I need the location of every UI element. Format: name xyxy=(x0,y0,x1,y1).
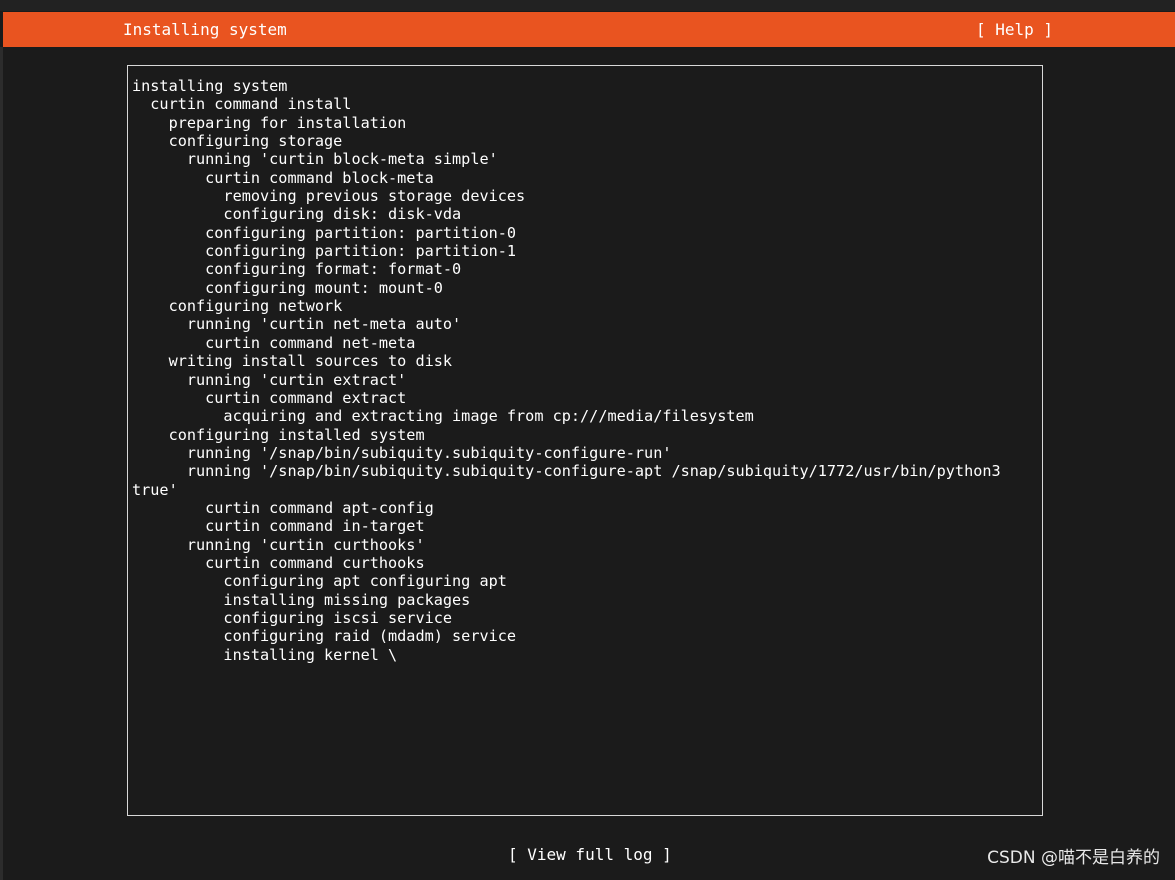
log-line: running '/snap/bin/subiquity.subiquity-c… xyxy=(132,443,672,462)
log-line: curtin command extract xyxy=(132,388,407,407)
help-button[interactable]: [ Help ] xyxy=(976,21,1053,39)
install-log-list: installing system curtin command install… xyxy=(132,77,1001,664)
log-line: configuring disk: disk-vda xyxy=(132,205,462,224)
log-line: removing previous storage devices xyxy=(132,187,526,206)
log-line: configuring storage xyxy=(132,132,343,151)
csdn-watermark: CSDN @喵不是白养的 xyxy=(987,848,1160,868)
log-line: running 'curtin curthooks' xyxy=(132,535,425,554)
log-line: acquiring and extracting image from cp:/… xyxy=(132,407,754,426)
log-line: configuring iscsi service xyxy=(132,608,453,627)
log-line: curtin command curthooks xyxy=(132,553,425,572)
log-line: curtin command in-target xyxy=(132,517,425,536)
top-strip xyxy=(0,0,1175,11)
installer-header: Installing system [ Help ] xyxy=(3,12,1175,47)
log-line: running 'curtin extract' xyxy=(132,370,407,389)
log-line: preparing for installation xyxy=(132,113,407,132)
log-line: curtin command install xyxy=(132,95,352,114)
log-line: installing missing packages xyxy=(132,590,471,609)
page-title: Installing system xyxy=(123,20,287,39)
left-edge xyxy=(0,47,3,880)
log-line: running '/snap/bin/subiquity.subiquity-c… xyxy=(132,462,1001,481)
log-line: installing kernel \ xyxy=(132,645,398,664)
log-line: curtin command block-meta xyxy=(132,168,434,187)
log-line: running 'curtin block-meta simple' xyxy=(132,150,498,169)
log-line: writing install sources to disk xyxy=(132,352,453,371)
log-line: configuring installed system xyxy=(132,425,425,444)
log-line: configuring network xyxy=(132,297,343,316)
log-line: configuring partition: partition-1 xyxy=(132,242,517,261)
install-log-panel[interactable]: installing system curtin command install… xyxy=(127,65,1043,816)
log-line: configuring raid (mdadm) service xyxy=(132,627,517,646)
log-line: configuring mount: mount-0 xyxy=(132,278,443,297)
log-line: installing system xyxy=(132,77,288,95)
log-line: running 'curtin net-meta auto' xyxy=(132,315,462,334)
log-line: curtin command net-meta xyxy=(132,333,416,352)
log-line: configuring partition: partition-0 xyxy=(132,223,517,242)
log-line: configuring apt configuring apt xyxy=(132,572,507,591)
log-line: curtin command apt-config xyxy=(132,498,434,517)
view-full-log-button[interactable]: [ View full log ] xyxy=(508,846,672,864)
log-line: true' xyxy=(132,480,178,499)
log-line: configuring format: format-0 xyxy=(132,260,462,279)
